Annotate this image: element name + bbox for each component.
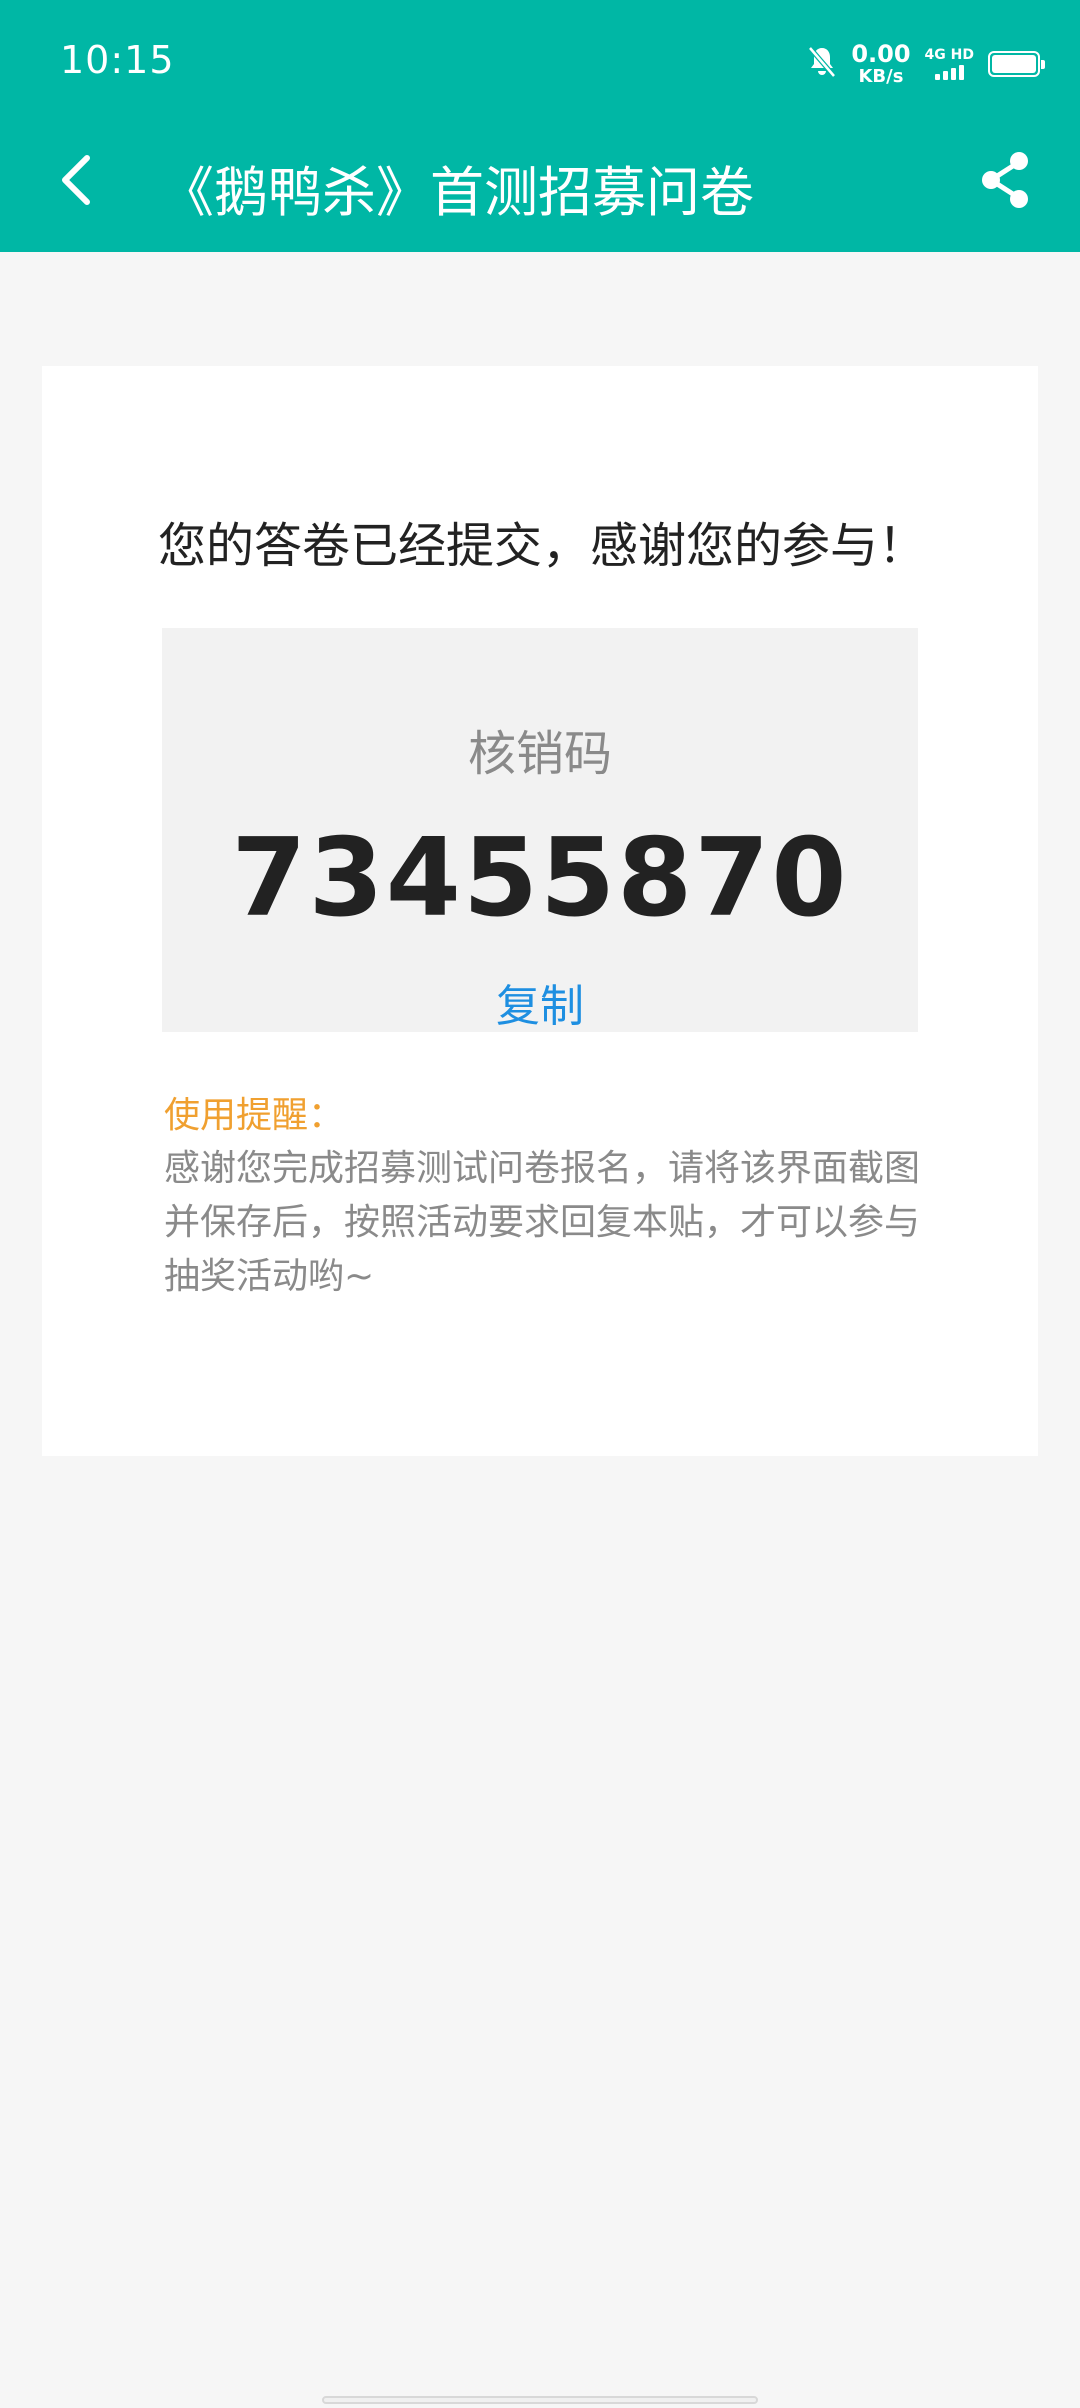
tip-title: 使用提醒： xyxy=(164,1095,345,1136)
bell-muted-icon xyxy=(807,45,837,83)
verification-code-box: 核销码 73455870 复制 xyxy=(162,628,918,1032)
net-speed: 0.00 KB/s xyxy=(851,42,910,86)
code-label: 核销码 xyxy=(467,726,612,782)
share-icon xyxy=(982,152,1028,208)
net-speed-value: 0.00 xyxy=(851,40,911,68)
back-button[interactable] xyxy=(40,140,110,220)
page-title: 《鹅鸭杀》首测招募问卷 xyxy=(160,161,754,224)
success-message: 您的答卷已经提交，感谢您的参与！ xyxy=(158,518,927,574)
signal-indicator: 4G HD xyxy=(925,48,974,80)
app-header: 10:15 0.00 KB/s 4G HD 《鹅鸭杀》首测招募问卷 xyxy=(0,0,1080,252)
network-label: 4G HD xyxy=(924,47,974,63)
signal-bars-icon xyxy=(934,65,964,80)
home-indicator[interactable] xyxy=(322,2396,758,2404)
copy-button[interactable]: 复制 xyxy=(162,970,918,1034)
code-value: 73455870 xyxy=(231,816,849,941)
share-button[interactable] xyxy=(970,145,1040,215)
chevron-left-icon xyxy=(62,155,90,205)
result-card: 您的答卷已经提交，感谢您的参与！ 核销码 73455870 复制 使用提醒： 感… xyxy=(42,366,1038,1456)
status-icons: 0.00 KB/s 4G HD xyxy=(807,40,1045,88)
tip-text: 感谢您完成招募测试问卷报名，请将该界面截图并保存后，按照活动要求回复本贴，才可以… xyxy=(164,1148,921,1297)
status-time: 10:15 xyxy=(60,38,175,82)
net-speed-unit: KB/s xyxy=(858,66,904,87)
battery-icon xyxy=(988,51,1045,77)
